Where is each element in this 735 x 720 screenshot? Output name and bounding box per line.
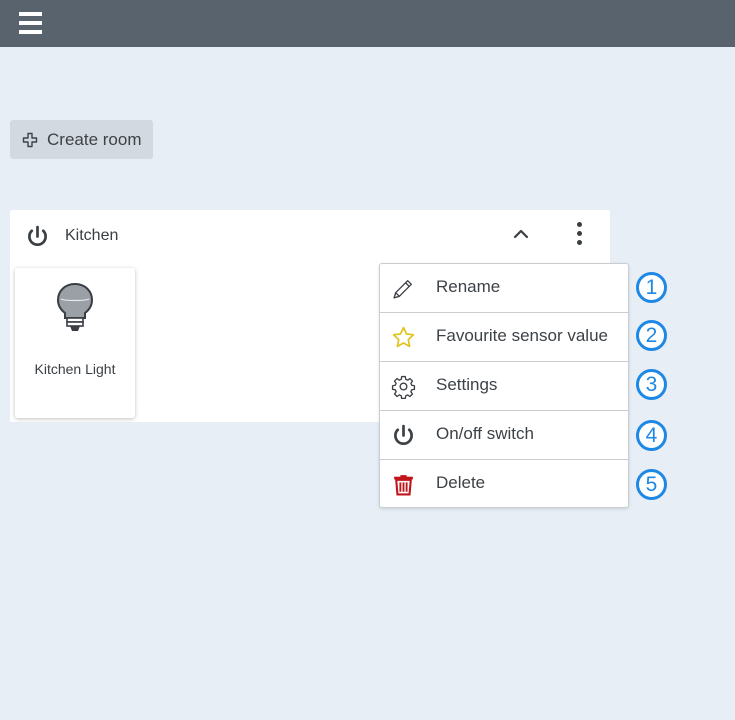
room-name: Kitchen [65,227,119,244]
callout-badge-3: 3 [636,369,667,400]
lightbulb-icon [56,282,94,331]
more-vertical-icon[interactable] [573,222,585,246]
gear-icon [391,375,416,399]
pencil-icon [393,280,412,299]
device-name: Kitchen Light [34,361,116,377]
menu-item-label: Delete [436,473,486,492]
plus-icon [22,132,38,147]
menu-item-delete[interactable]: Delete [380,460,628,509]
power-icon[interactable] [25,224,50,249]
top-app-bar [0,0,735,47]
star-icon [392,326,415,348]
chevron-up-icon[interactable] [512,227,530,241]
menu-item-on-off-switch[interactable]: On/off switch [380,411,628,460]
menu-item-label: Settings [436,375,498,394]
room-context-menu: Rename Favourite sensor value Settings O… [379,263,629,508]
device-tile-kitchen-light[interactable]: Kitchen Light [15,268,135,418]
menu-item-settings[interactable]: Settings [380,362,628,411]
create-room-label: Create room [47,129,142,149]
callout-badge-1: 1 [636,272,667,303]
callout-badge-2: 2 [636,320,667,351]
create-room-button[interactable]: Create room [10,120,153,159]
hamburger-menu-icon[interactable] [19,12,42,34]
trash-icon [394,475,413,496]
menu-item-favourite-sensor-value[interactable]: Favourite sensor value [380,313,628,362]
menu-item-label: On/off switch [436,424,534,443]
callout-badge-4: 4 [636,420,667,451]
menu-item-label: Rename [436,277,501,296]
menu-item-rename[interactable]: Rename [380,264,628,313]
menu-item-label: Favourite sensor value [436,326,608,345]
power-icon [394,424,413,445]
callout-badge-5: 5 [636,469,667,500]
